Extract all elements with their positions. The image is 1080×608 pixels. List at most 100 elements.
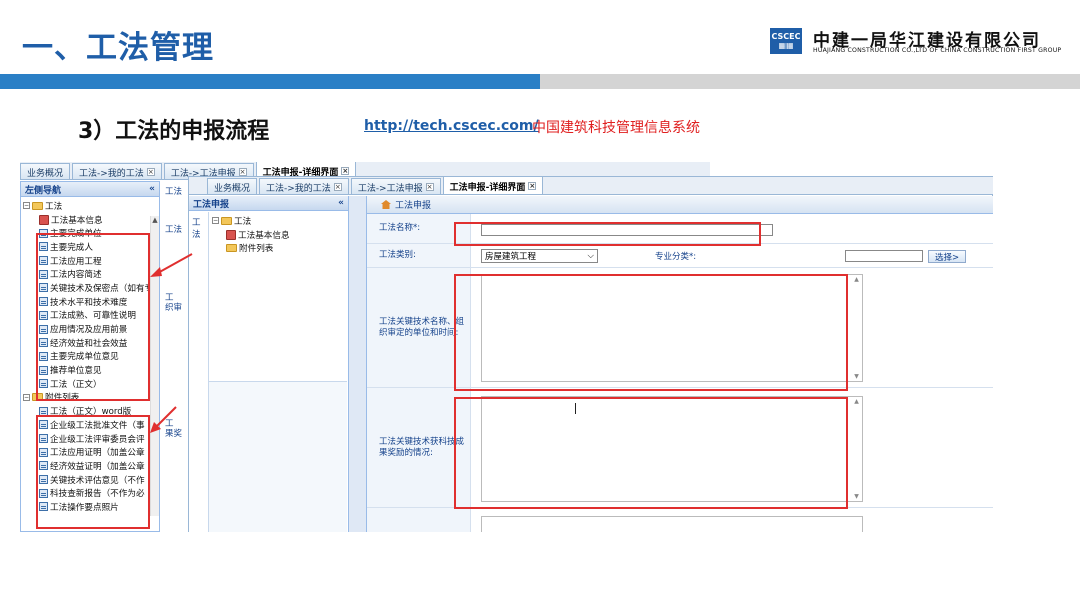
tree-item[interactable]: 工法应用工程 [23, 254, 157, 268]
back-tab-overview[interactable]: 业务概况 [20, 163, 71, 179]
tree-item-label: 应用情况及应用前景 [50, 325, 128, 336]
document-icon [39, 324, 48, 334]
tree-item[interactable]: 经济效益证明（加盖公章 [23, 459, 157, 473]
tree-item[interactable]: 工法基本信息 [23, 213, 157, 227]
tree-item[interactable]: 工法（正文） [23, 377, 157, 391]
tree-item[interactable]: 工法（正文）word版 [23, 404, 157, 418]
close-icon[interactable]: × [238, 168, 247, 176]
tree-item-label: 技术水平和技术难度 [50, 297, 128, 308]
key-tech-textarea[interactable]: ▲ ▼ [481, 274, 863, 382]
tree-item-label: 工法（正文）word版 [50, 407, 132, 418]
tab-my-methods[interactable]: 工法->我的工法 × [259, 178, 349, 194]
tab-label: 工法->我的工法 [79, 168, 144, 179]
system-url-link[interactable]: http://tech.cscec.com/ [364, 118, 539, 134]
tree-item[interactable]: 主要完成单位 [23, 226, 157, 240]
strip-label: 工 织审 [165, 293, 183, 313]
book-icon [226, 229, 236, 240]
tab-detail[interactable]: 工法申报-详细界面 × [442, 176, 544, 194]
collapse-node-icon[interactable]: − [23, 393, 30, 401]
document-icon [39, 461, 48, 471]
field-row-awards: 工法关键技术获科技成果奖励的情况: ▲ ▼ [367, 388, 993, 508]
tree-item[interactable]: 工法内容简述 [23, 267, 157, 281]
field-label-category: 工法类别: [367, 244, 471, 267]
tab-label: 业务概况 [214, 183, 251, 194]
tree-node-label: 附件列表 [45, 393, 80, 404]
document-icon [39, 269, 48, 279]
collapse-icon[interactable]: « [149, 184, 155, 194]
strip-label: 工法 [165, 225, 183, 235]
back-tab-my-methods[interactable]: 工法->我的工法 × [72, 163, 162, 179]
tree-item-label: 工法应用证明（加盖公章 [50, 448, 145, 459]
tree-item[interactable]: 科技查新报告（不作为必 [23, 486, 157, 500]
close-icon[interactable]: × [425, 183, 434, 191]
category-select[interactable]: 房屋建筑工程 ⌵ [481, 249, 598, 263]
tree-item[interactable]: 应用情况及应用前景 [23, 322, 157, 336]
document-icon [39, 242, 48, 252]
tree-item[interactable]: 关键技术评估意见（不作 [23, 473, 157, 487]
tree-item[interactable]: 技术水平和技术难度 [23, 295, 157, 309]
tree-item-label: 工法基本信息 [51, 215, 103, 226]
tree-item[interactable]: 企业级工法批准文件（事 [23, 418, 157, 432]
tree-item[interactable]: 工法成熟、可靠性说明 [23, 309, 157, 323]
tab-apply[interactable]: 工法->工法申报 × [350, 178, 441, 194]
close-icon[interactable]: × [146, 168, 155, 176]
tree-item[interactable]: 工法应用证明（加盖公章 [23, 445, 157, 459]
document-icon [39, 379, 48, 389]
tree-item[interactable]: 推荐单位意见 [23, 363, 157, 377]
tree-item-label: 经济效益证明（加盖公章 [50, 461, 145, 472]
left-navigation: 左侧导航 « − 工法 工法基本信息 主要完成单位 主要完成人 工法应用工程 工法内容简… [20, 181, 160, 532]
next-textarea[interactable] [481, 516, 863, 532]
tree-node-method[interactable]: − 工法 [212, 214, 344, 228]
company-logo: CSCEC ▦▦ [770, 28, 802, 54]
tree-item[interactable]: 工法操作要点照片 [23, 500, 157, 514]
left-navigation-header: 左侧导航 « [21, 182, 159, 197]
form-header: 工法申报 [367, 196, 993, 214]
chevron-down-icon: ⌵ [587, 251, 594, 261]
tree-node-label: 附件列表 [239, 244, 274, 255]
folder-icon [221, 216, 232, 225]
form-title: 工法申报 [395, 201, 432, 211]
tree-node-label: 工法 [234, 216, 252, 227]
tree-node-label: 工法 [45, 201, 63, 212]
close-icon[interactable]: × [528, 182, 537, 190]
tab-overview[interactable]: 业务概况 [207, 178, 258, 194]
document-icon [39, 406, 48, 416]
document-icon [39, 502, 48, 512]
book-icon [39, 214, 49, 225]
company-name-en: HUAJIANG CONSTRUCTION CO.,LTD OF CHINA C… [813, 47, 1062, 54]
textarea-scrollbar[interactable]: ▲ ▼ [852, 398, 861, 500]
document-icon [39, 434, 48, 444]
close-icon[interactable]: × [341, 167, 350, 175]
tree-item-label: 科技查新报告（不作为必 [50, 489, 145, 500]
tree-item[interactable]: 企业级工法评审委员会评 [23, 432, 157, 446]
tree-node-basic-info[interactable]: 工法基本信息 [212, 228, 344, 242]
collapse-node-icon[interactable]: − [212, 217, 219, 225]
tree-item[interactable]: 经济效益和社会效益 [23, 336, 157, 350]
close-icon[interactable]: × [333, 183, 342, 191]
category-selected-value: 房屋建筑工程 [485, 252, 537, 262]
method-name-input[interactable] [481, 224, 773, 236]
header-bar-gray [540, 74, 1080, 89]
left-navigation-title: 左侧导航 [25, 185, 62, 196]
specialty-input[interactable] [845, 250, 923, 262]
splitter[interactable] [349, 196, 367, 532]
tree-node-attachments[interactable]: 附件列表 [212, 241, 344, 255]
collapsed-panel-strip: 工法 工法 工 织审 工 果奖 [160, 181, 190, 532]
tree-item[interactable]: 关键技术及保密点（如有专利 [23, 281, 157, 295]
apply-panel-title: 工法申报 [193, 199, 230, 210]
collapse-node-icon[interactable]: − [23, 202, 30, 210]
tab-label: 工法->工法申报 [357, 183, 423, 194]
field-row-category: 工法类别: 房屋建筑工程 ⌵ 专业分类*: 选择> [367, 244, 993, 268]
tree-item[interactable]: 主要完成人 [23, 240, 157, 254]
document-icon [39, 256, 48, 266]
tree-node-attachments[interactable]: − 附件列表 [23, 391, 157, 405]
text-caret [575, 403, 576, 414]
tree-item-label: 工法操作要点照片 [50, 502, 119, 513]
textarea-scrollbar[interactable]: ▲ ▼ [852, 276, 861, 380]
detail-window: 业务概况 工法->我的工法 × 工法->工法申报 × 工法申报-详细界面 × 工法申报… [188, 176, 993, 532]
awards-textarea[interactable]: ▲ ▼ [481, 396, 863, 502]
tree-item[interactable]: 主要完成单位意见 [23, 350, 157, 364]
tree-node-method[interactable]: − 工法 [23, 199, 157, 213]
collapse-icon[interactable]: « [338, 198, 344, 208]
select-specialty-button[interactable]: 选择> [928, 250, 967, 263]
